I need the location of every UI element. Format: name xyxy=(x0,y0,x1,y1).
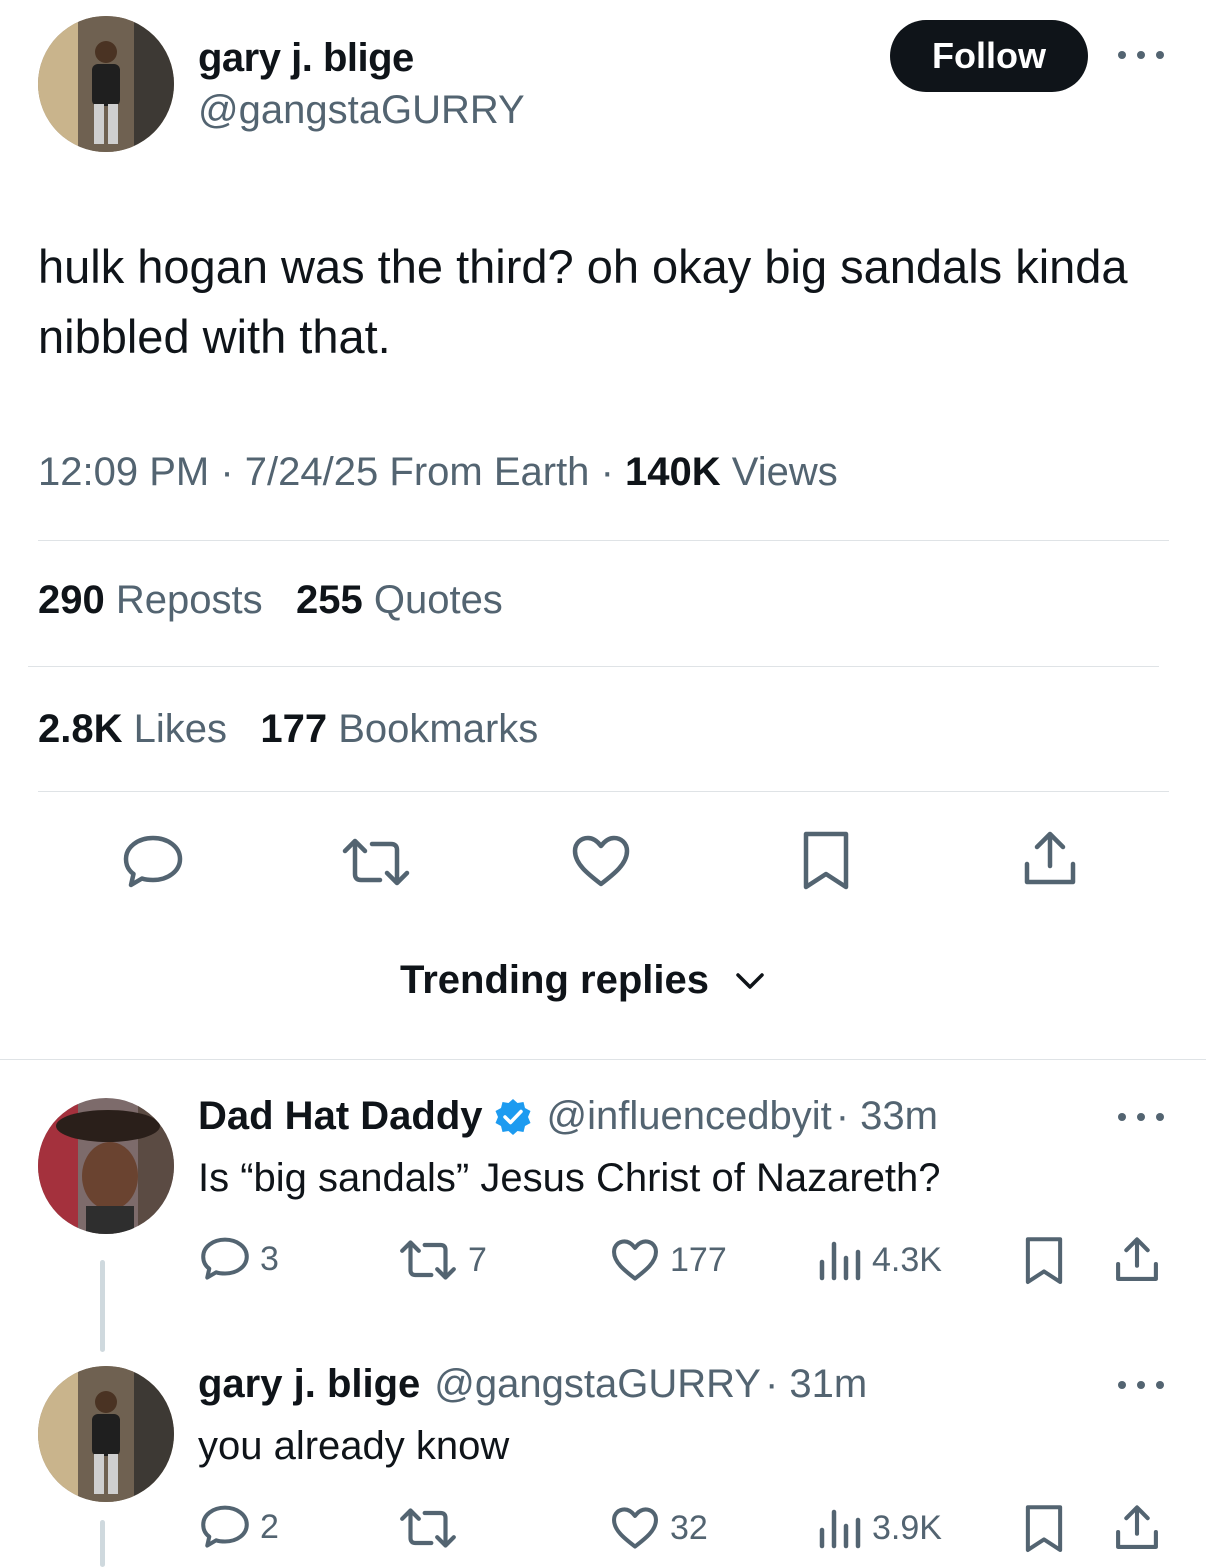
repost-action[interactable] xyxy=(398,1506,468,1550)
author-avatar[interactable] xyxy=(38,16,174,152)
reply-header: gary j. blige @gangstaGURRY · 31m xyxy=(198,1362,867,1407)
reply-icon xyxy=(201,1505,249,1548)
thread-line xyxy=(100,1260,105,1352)
reply-action[interactable]: 2 xyxy=(200,1504,279,1550)
likes-label: Likes xyxy=(133,707,228,751)
repost-count: 7 xyxy=(468,1240,487,1279)
bookmarks-count: 177 xyxy=(260,707,328,751)
divider xyxy=(38,540,1169,541)
repost-icon[interactable] xyxy=(340,836,412,888)
views-action[interactable]: 4.3K xyxy=(818,1238,942,1282)
repost-icon xyxy=(400,1508,456,1548)
divider xyxy=(28,666,1159,667)
views-count: 140K xyxy=(625,450,721,494)
bookmarks-label: Bookmarks xyxy=(338,707,539,751)
reply-time[interactable]: · 31m xyxy=(765,1362,867,1407)
reply-author-handle[interactable]: @influencedbyit xyxy=(547,1094,832,1139)
trending-replies-label: Trending replies xyxy=(400,958,709,1002)
like-icon xyxy=(612,1507,658,1549)
views-label: Views xyxy=(731,450,838,494)
reposts-quotes-row: 290 Reposts 255 Quotes xyxy=(38,578,503,623)
author-handle[interactable]: @gangstaGURRY xyxy=(198,88,525,133)
share-icon[interactable] xyxy=(1114,1504,1160,1552)
likes-bookmarks-row: 2.8K Likes 177 Bookmarks xyxy=(38,707,538,752)
verified-badge-icon xyxy=(495,1098,530,1135)
bookmarks-stat[interactable]: 177 Bookmarks xyxy=(260,707,538,751)
trending-replies-toggle[interactable]: Trending replies xyxy=(400,958,765,1003)
tweet-time[interactable]: 12:09 PM xyxy=(38,450,209,494)
tweet-source: From Earth xyxy=(389,450,590,494)
reply-text: Is “big sandals” Jesus Christ of Nazaret… xyxy=(198,1156,941,1200)
chevron-down-icon xyxy=(736,972,764,989)
like-icon xyxy=(612,1239,658,1281)
bookmark-icon[interactable] xyxy=(802,830,850,892)
reply-author-name[interactable]: Dad Hat Daddy xyxy=(198,1094,483,1139)
more-icon[interactable] xyxy=(1118,47,1164,63)
reply-time[interactable]: · 33m xyxy=(836,1094,938,1139)
tweet-text: hulk hogan was the third? oh okay big sa… xyxy=(38,240,1128,363)
divider xyxy=(38,791,1169,792)
likes-count: 2.8K xyxy=(38,707,123,751)
follow-button[interactable]: Follow xyxy=(890,20,1088,92)
bookmark-icon[interactable] xyxy=(1024,1236,1064,1286)
views-icon xyxy=(819,1241,861,1281)
share-icon[interactable] xyxy=(1114,1236,1160,1284)
repost-action[interactable]: 7 xyxy=(398,1238,487,1282)
quotes-count: 255 xyxy=(295,578,363,622)
more-icon[interactable] xyxy=(1118,1377,1164,1393)
more-icon[interactable] xyxy=(1118,1109,1164,1125)
like-count: 177 xyxy=(670,1240,727,1279)
repost-icon xyxy=(400,1240,456,1280)
quotes-label: Quotes xyxy=(373,578,503,622)
share-icon[interactable] xyxy=(1022,830,1078,888)
like-count: 32 xyxy=(670,1508,708,1547)
reply-author-handle[interactable]: @gangstaGURRY xyxy=(434,1362,761,1407)
reply-count: 2 xyxy=(260,1507,279,1546)
author-name[interactable]: gary j. blige xyxy=(198,36,414,81)
reply-avatar[interactable] xyxy=(38,1366,174,1502)
tweet-date[interactable]: 7/24/25 xyxy=(245,450,378,494)
reply-count: 3 xyxy=(260,1239,279,1278)
like-action[interactable]: 177 xyxy=(610,1238,727,1282)
tweet-meta: 12:09 PM · 7/24/25 From Earth · 140K Vie… xyxy=(38,450,838,495)
reply-icon[interactable] xyxy=(122,834,184,890)
thread-line xyxy=(100,1520,105,1567)
reply-author-name[interactable]: gary j. blige xyxy=(198,1362,420,1407)
divider xyxy=(0,1059,1206,1060)
quotes-stat[interactable]: 255 Quotes xyxy=(296,578,503,622)
views-count: 3.9K xyxy=(872,1508,942,1547)
reposts-stat[interactable]: 290 Reposts xyxy=(38,578,263,622)
reply-header: Dad Hat Daddy @influencedbyit · 33m xyxy=(198,1094,938,1139)
views-count: 4.3K xyxy=(872,1240,942,1279)
reply-text: you already know xyxy=(198,1424,510,1468)
reply-avatar[interactable] xyxy=(38,1098,174,1234)
bookmark-icon[interactable] xyxy=(1024,1504,1064,1554)
reply-icon xyxy=(201,1237,249,1280)
likes-stat[interactable]: 2.8K Likes xyxy=(38,707,227,751)
views-icon xyxy=(819,1509,861,1549)
meta-separator: · xyxy=(220,450,234,494)
meta-separator: · xyxy=(600,450,614,494)
reply-action[interactable]: 3 xyxy=(200,1236,279,1282)
like-icon[interactable] xyxy=(570,834,632,888)
reposts-count: 290 xyxy=(38,578,105,622)
like-action[interactable]: 32 xyxy=(610,1506,708,1550)
reposts-label: Reposts xyxy=(115,578,263,622)
views-action[interactable]: 3.9K xyxy=(818,1506,942,1550)
